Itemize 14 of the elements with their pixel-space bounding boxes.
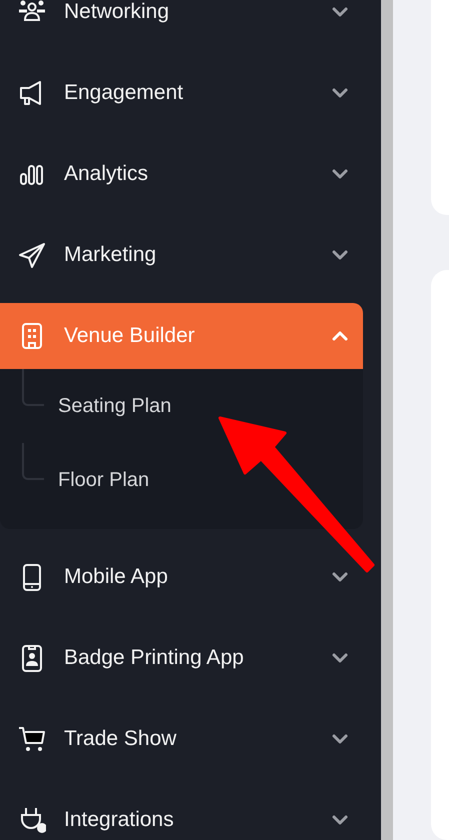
sidebar-item[interactable]: Networking <box>0 0 363 45</box>
sidebar-item[interactable]: Analytics <box>0 141 363 207</box>
paper-plane-icon <box>18 241 46 269</box>
scrollbar[interactable] <box>381 0 393 840</box>
sidebar-item[interactable]: Engagement <box>0 60 363 126</box>
sidebar-item[interactable]: Mobile App <box>0 544 363 610</box>
plug-icon <box>18 806 46 834</box>
sidebar-item[interactable]: Trade Show <box>0 706 363 772</box>
submenu-item[interactable]: Floor Plan <box>22 443 363 517</box>
shopping-cart-icon <box>18 725 46 753</box>
submenu-item[interactable]: Seating Plan <box>22 369 363 443</box>
sidebar-item[interactable]: Badge Printing App <box>0 625 363 691</box>
sidebar-item[interactable]: Integrations <box>0 787 363 840</box>
sidebar-item[interactable]: Marketing <box>0 222 363 288</box>
